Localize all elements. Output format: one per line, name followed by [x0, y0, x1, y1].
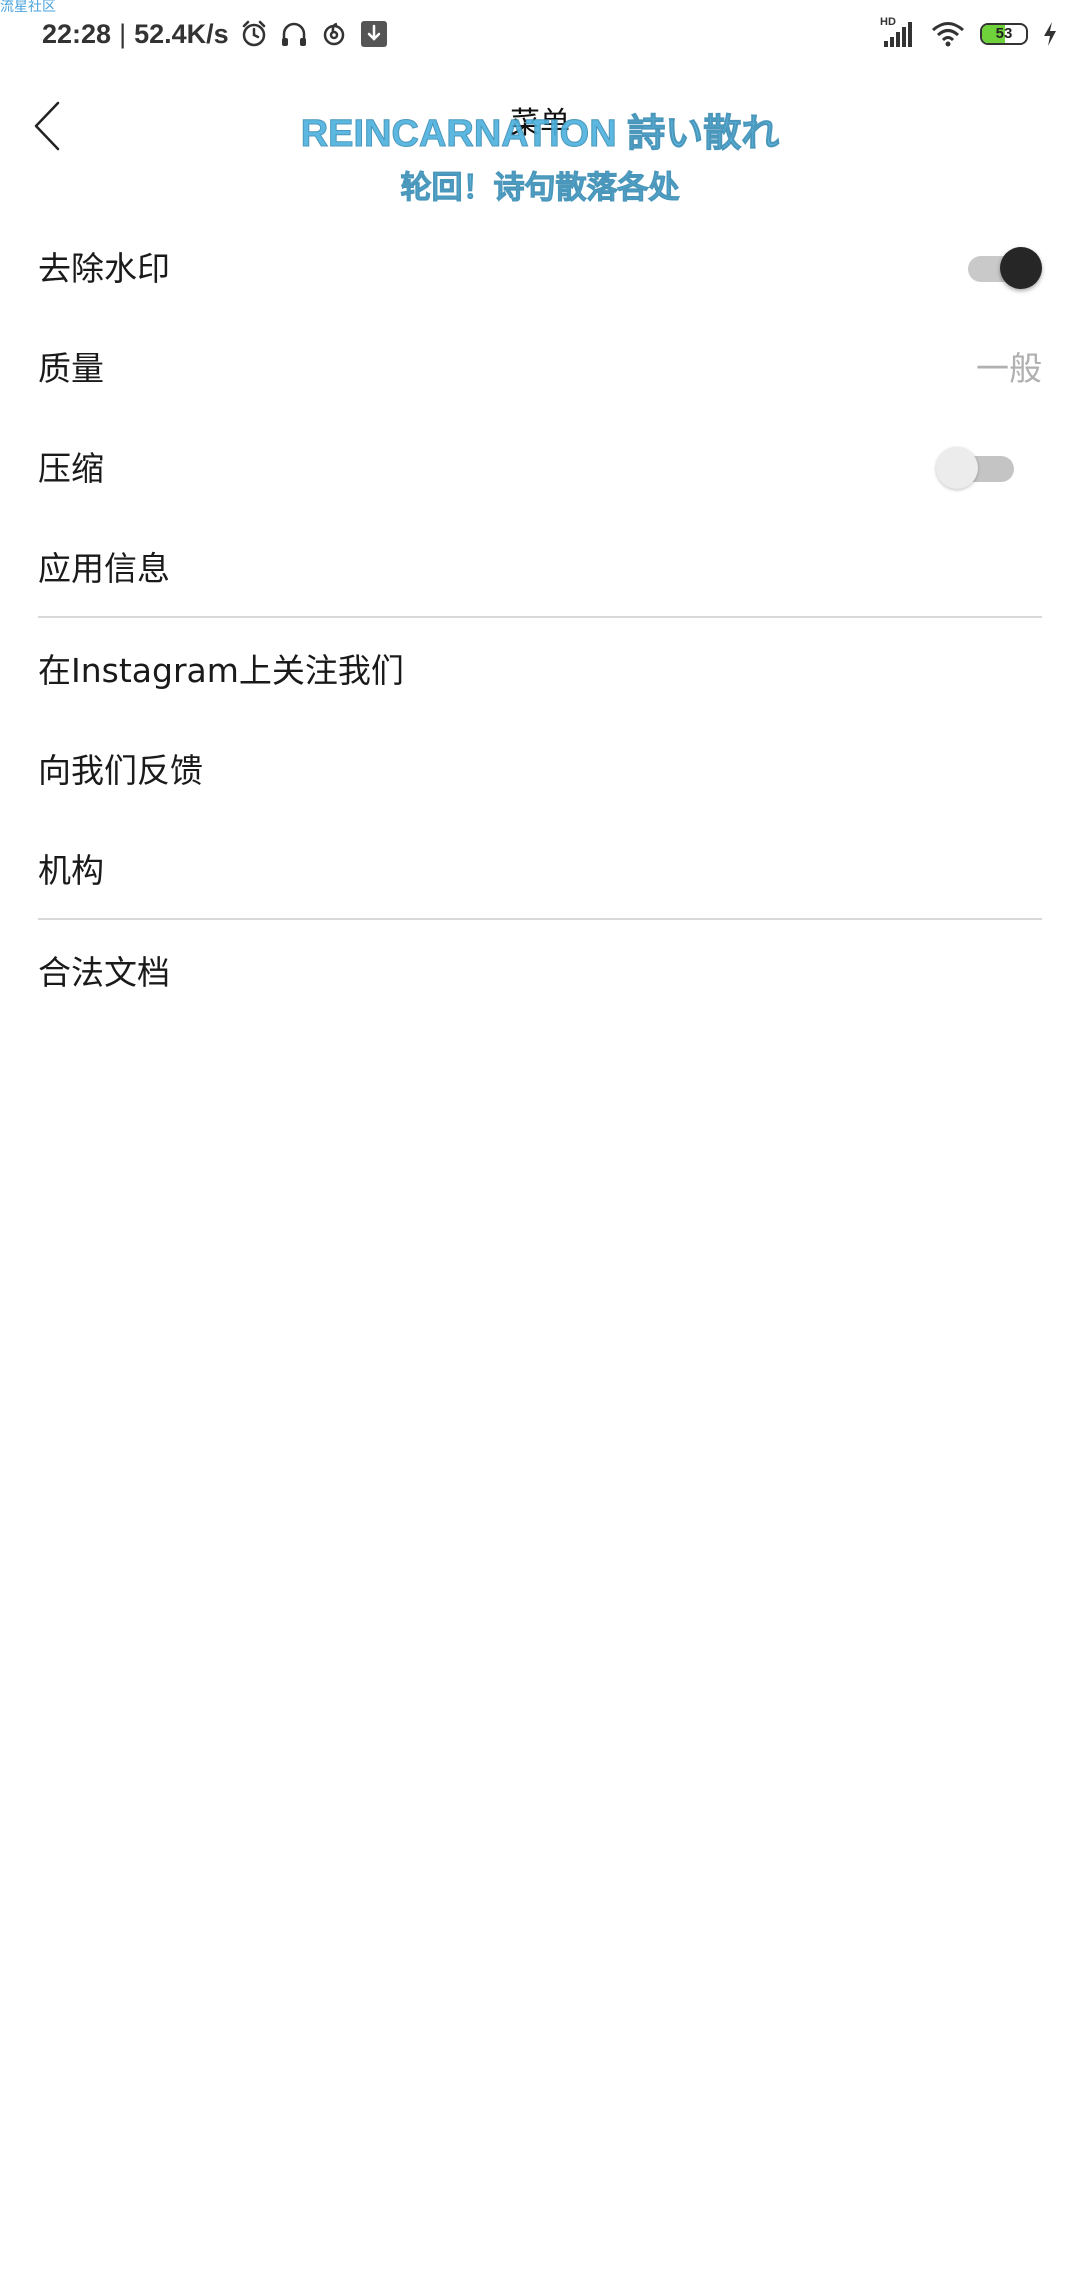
status-time: 22:28 — [42, 18, 112, 49]
compress-label: 压缩 — [38, 449, 104, 488]
battery-icon: 53 — [980, 23, 1028, 45]
remove-watermark-toggle[interactable] — [968, 243, 1042, 289]
download-icon — [359, 19, 389, 49]
network-type-label: HD — [880, 16, 896, 28]
status-separator: | — [119, 18, 127, 49]
organization-label: 机构 — [38, 851, 104, 890]
organization-row[interactable]: 机构 — [0, 818, 1080, 918]
feedback-label: 向我们反馈 — [38, 751, 203, 790]
legal-documents-row[interactable]: 合法文档 — [0, 920, 1080, 1020]
alarm-icon — [239, 19, 269, 49]
quality-row[interactable]: 质量 一般 — [0, 316, 1080, 416]
settings-list: 去除水印 质量 一般 压缩 应用信息 在Instagram上关注我们 向我们反馈… — [0, 216, 1080, 1020]
status-left: 22:28 | 52.4K/s — [42, 14, 389, 54]
instagram-row[interactable]: 在Instagram上关注我们 — [0, 618, 1080, 718]
legal-documents-label: 合法文档 — [38, 953, 170, 992]
battery-level-text: 53 — [995, 25, 1013, 42]
corner-watermark: 流星社区 — [0, 0, 56, 15]
instagram-label: 在Instagram上关注我们 — [38, 651, 404, 690]
compress-toggle[interactable] — [936, 443, 1020, 489]
quality-value: 一般 — [976, 349, 1042, 388]
charging-icon — [1042, 19, 1058, 49]
wifi-icon — [930, 19, 966, 49]
status-right: HD 53 — [880, 14, 1058, 54]
signal-icon: HD — [880, 16, 916, 49]
compress-row[interactable]: 压缩 — [0, 416, 1080, 516]
status-net-speed: 52.4K/s — [134, 18, 229, 49]
status-bar: 流星社区 22:28 | 52.4K/s HD 53 — [0, 0, 1080, 66]
remove-watermark-row[interactable]: 去除水印 — [0, 216, 1080, 316]
toggle-knob — [1000, 247, 1042, 289]
header: 菜单 REINCARNATION 詩い散れ 轮回！诗句散落各处 — [0, 66, 1080, 216]
headset-icon — [279, 19, 309, 49]
overlay-watermark-line1: REINCARNATION 詩い散れ — [300, 113, 780, 156]
quality-label: 质量 — [38, 349, 104, 388]
app-info-row[interactable]: 应用信息 — [0, 516, 1080, 616]
overlay-watermark-line2: 轮回！诗句散落各处 — [400, 170, 680, 207]
app-info-label: 应用信息 — [38, 549, 170, 588]
feedback-row[interactable]: 向我们反馈 — [0, 718, 1080, 818]
remove-watermark-label: 去除水印 — [38, 249, 170, 288]
netease-music-icon — [319, 19, 349, 49]
toggle-knob — [936, 447, 978, 489]
